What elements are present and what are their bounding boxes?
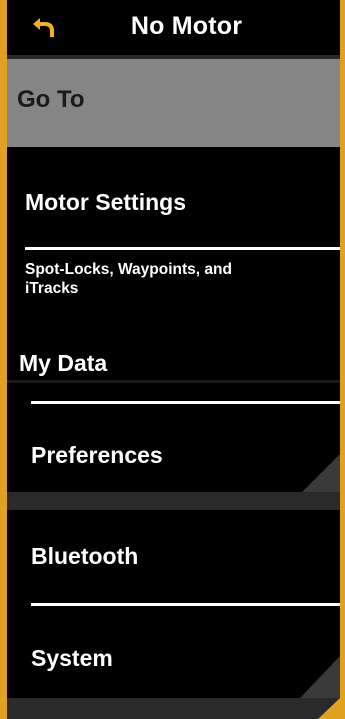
menu-item-motor-settings[interactable]: Motor Settings xyxy=(7,147,340,247)
menu-item-spot-locks-waypoints-itracks[interactable]: Spot-Locks, Waypoints, and iTracks xyxy=(7,252,340,307)
menu-item-label: Preferences xyxy=(31,442,163,468)
menu-item-label-continued: iTracks xyxy=(25,280,79,297)
divider xyxy=(25,247,340,250)
menu-item-label: Motor Settings xyxy=(25,189,186,215)
menu-item-label: Bluetooth xyxy=(31,543,139,569)
section-separator xyxy=(7,380,340,383)
menu-item-label: Spot-Locks, Waypoints, and xyxy=(25,261,232,278)
menu-item-bluetooth[interactable]: Bluetooth xyxy=(7,510,340,603)
menu-item-go-to[interactable]: Go To xyxy=(7,59,340,147)
menu-item-label: System xyxy=(31,645,113,671)
menu-item-label: Go To xyxy=(17,86,85,113)
page-title: No Motor xyxy=(130,12,243,40)
menu-item-label: My Data xyxy=(19,350,108,376)
panel-corner-decoration xyxy=(300,656,340,698)
panel-separator xyxy=(7,492,340,510)
menu-item-preferences[interactable]: Preferences xyxy=(7,404,340,492)
menu-item-my-data[interactable]: My Data xyxy=(7,330,340,380)
bottom-strip xyxy=(7,698,340,719)
menu-screen: No Motor Go To Motor Settings Spot-Locks… xyxy=(0,0,345,719)
header-bar: No Motor xyxy=(7,0,340,59)
bottom-corner-accent xyxy=(318,698,340,719)
menu-item-system[interactable]: System xyxy=(7,606,340,698)
panel-corner-decoration xyxy=(300,454,340,494)
